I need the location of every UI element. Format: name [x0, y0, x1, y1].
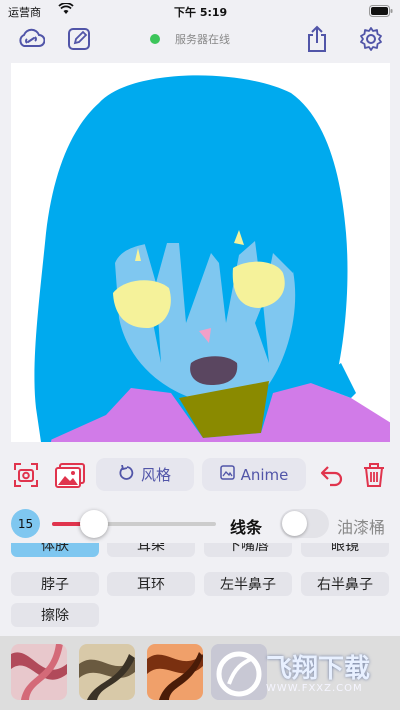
camera-icon[interactable] — [12, 461, 40, 489]
style-label: 风格 — [140, 466, 171, 484]
brush-size-slider[interactable] — [52, 510, 216, 538]
style-thumbnail[interactable] — [11, 644, 67, 700]
trash-icon[interactable] — [360, 461, 388, 489]
toggle-knob — [282, 511, 307, 536]
undo-icon[interactable] — [318, 461, 346, 489]
label-chip-right-nose[interactable]: 右半鼻子 — [301, 572, 389, 596]
brush-row: 15 线条 油漆桶 — [0, 505, 400, 541]
anime-label: Anime — [240, 465, 289, 484]
refresh-icon — [119, 464, 135, 485]
label-chip-ear[interactable]: 耳朵 — [107, 543, 195, 557]
label-chip-left-nose[interactable]: 左半鼻子 — [204, 572, 292, 596]
brush-size-badge: 15 — [11, 509, 40, 538]
anime-button[interactable]: Anime — [202, 458, 306, 491]
status-bar: 运营商 下午 5:19 — [0, 0, 400, 22]
watermark-text: 飞翔下载 — [266, 654, 371, 684]
watermark-url: WWW.FXXZ.COM — [266, 683, 363, 694]
bucket-toggle[interactable] — [280, 509, 329, 538]
style-thumbnail[interactable] — [211, 644, 267, 700]
share-icon[interactable] — [302, 24, 332, 54]
top-toolbar: 服务器在线 — [0, 22, 400, 58]
style-thumbnails: 飞翔下载 WWW.FXXZ.COM — [0, 636, 400, 710]
cloud-link-icon[interactable] — [16, 24, 46, 54]
label-grid: 体肤 耳朵 下嘴唇 眼镜 脖子 耳环 左半鼻子 右半鼻子 擦除 — [0, 543, 400, 633]
label-chip-glasses[interactable]: 眼镜 — [301, 543, 389, 557]
image-icon — [219, 465, 235, 484]
drawing-canvas[interactable] — [11, 63, 390, 442]
edit-icon[interactable] — [64, 24, 94, 54]
lines-label: 线条 — [230, 518, 263, 537]
label-chip-skin[interactable]: 体肤 — [11, 543, 99, 557]
wifi-icon — [58, 2, 74, 18]
bucket-label: 油漆桶 — [337, 518, 386, 537]
label-chip-earring[interactable]: 耳环 — [107, 572, 195, 596]
slider-thumb[interactable] — [79, 510, 108, 538]
battery-icon — [369, 5, 393, 20]
carrier-label: 运营商 — [8, 6, 41, 19]
gallery-icon[interactable] — [54, 461, 86, 489]
style-button[interactable]: 风格 — [96, 458, 194, 491]
label-chip-neck[interactable]: 脖子 — [11, 572, 99, 596]
label-chip-erase[interactable]: 擦除 — [11, 603, 99, 627]
label-chip-lower-lip[interactable]: 下嘴唇 — [204, 543, 292, 557]
server-status-label: 服务器在线 — [175, 33, 230, 46]
server-status-dot — [150, 34, 160, 44]
style-thumbnail[interactable] — [79, 644, 135, 700]
gear-icon[interactable] — [356, 24, 386, 54]
segmentation-drawing — [34, 75, 390, 442]
style-thumbnail[interactable] — [147, 644, 203, 700]
tools-row: 风格 Anime — [0, 453, 400, 495]
clock: 下午 5:19 — [174, 6, 228, 19]
